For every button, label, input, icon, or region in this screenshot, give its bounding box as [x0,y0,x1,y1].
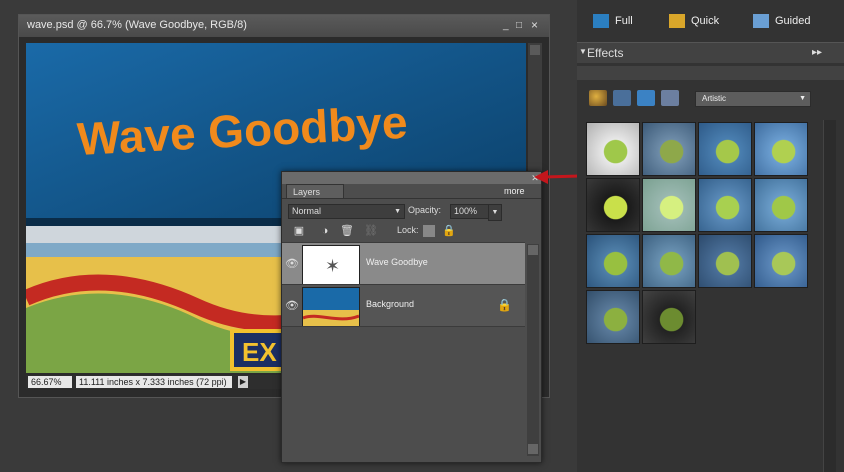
effects-title: Effects [587,46,624,60]
effect-thumbnail[interactable] [698,122,752,176]
chevron-down-icon: ▼ [394,208,401,215]
visibility-eye-icon[interactable]: 👁 [285,257,299,271]
panel-divider [282,198,541,199]
effect-thumbnail[interactable] [642,290,696,344]
zoom-field[interactable]: 66.67% [28,376,72,388]
layers-panel-header[interactable] [282,172,541,184]
effects-header[interactable]: ▼ Effects ▸▸ [577,42,844,63]
opacity-slider-arrow-icon[interactable]: ▼ [488,204,502,221]
blend-mode-select[interactable]: Normal ▼ [288,204,405,219]
lock-all-icon[interactable]: 🔒 [442,224,456,238]
layer-name: Background [366,299,415,309]
layer-list-divider [282,326,525,327]
collapse-triangle-icon[interactable]: ▼ [579,47,587,56]
status-menu-arrow-icon[interactable]: ▶ [238,376,248,388]
tab-quick-fix[interactable]: Quick [669,10,719,32]
effect-thumbnail[interactable] [754,122,808,176]
effect-thumbnail[interactable] [586,122,640,176]
guided-edit-icon [753,14,769,29]
quick-fix-icon [669,14,685,29]
new-layer-icon[interactable]: ▣ [292,224,306,238]
layers-vertical-scrollbar[interactable] [527,244,539,456]
layers-panel: ✕ Layers more Normal ▼ Opacity: 100% ▼ ▣… [281,171,542,463]
opacity-field[interactable]: 100% [450,204,489,219]
effect-thumbnail[interactable] [586,234,640,288]
effect-thumbnail[interactable] [586,290,640,344]
lock-transparency-icon[interactable] [423,225,435,237]
scroll-up-arrow[interactable] [528,245,538,255]
effect-thumbnail[interactable] [642,234,696,288]
effect-thumbnail[interactable] [754,234,808,288]
full-edit-icon [593,14,609,29]
tab-guided-edit[interactable]: Guided [753,10,810,32]
effects-scrollbar[interactable] [823,120,836,472]
layer-name: Wave Goodbye [366,257,428,267]
effect-thumbnail[interactable] [586,178,640,232]
right-panel: Full Quick Guided ▼ Effects ▸▸ Artistic … [577,0,844,472]
mode-label: Guided [775,15,811,27]
scroll-up-arrow[interactable] [530,45,540,55]
scroll-down-arrow[interactable] [528,444,538,454]
minimize-button[interactable]: _ [503,20,509,31]
effects-strip [577,66,844,80]
layer-row[interactable]: 👁 ✶ Wave Goodbye [282,242,525,285]
panel-menu-icon[interactable]: ▸▸ [812,47,822,58]
document-title: wave.psd @ 66.7% (Wave Goodbye, RGB/8) [27,19,247,31]
link-layers-icon[interactable]: ⛓ [364,224,378,238]
maximize-button[interactable]: □ [516,20,522,31]
opacity-label: Opacity: [408,205,442,215]
document-titlebar[interactable]: wave.psd @ 66.7% (Wave Goodbye, RGB/8) _… [19,15,549,37]
close-document-button[interactable]: × [531,18,538,32]
effect-thumbnail[interactable] [698,178,752,232]
effect-category-select[interactable]: Artistic ▼ [695,91,811,107]
adjustment-layer-icon[interactable]: ◑ [318,224,332,238]
visibility-eye-icon[interactable]: 👁 [285,299,299,313]
filters-icon[interactable] [589,90,607,106]
mode-label: Full [615,15,633,27]
tab-full-edit[interactable]: Full [593,10,633,32]
more-options-button[interactable]: more [504,186,525,196]
sign-text: EX [242,337,277,367]
effect-thumbnail[interactable] [754,178,808,232]
lock-label: Lock: [397,225,419,235]
layer-thumbnail: ✶ [302,245,360,285]
tab-layers[interactable]: Layers [286,184,344,199]
effect-category-value: Artistic [702,94,726,103]
layer-row[interactable]: 👁 Background 🔒 [282,284,525,327]
photo-effects-icon[interactable] [637,90,655,106]
effect-thumbnail[interactable] [698,234,752,288]
document-dimensions: 11.111 inches x 7.333 inches (72 ppi) [76,376,232,388]
blend-mode-value: Normal [292,206,322,216]
mode-label: Quick [691,15,720,27]
chevron-down-icon: ▼ [799,95,806,102]
trash-icon[interactable]: 🗑 [340,224,354,238]
svg-text:✶: ✶ [325,256,340,276]
layer-thumbnail [302,287,360,327]
show-all-icon[interactable] [661,90,679,106]
lock-icon: 🔒 [497,298,512,312]
effect-thumbnail[interactable] [642,178,696,232]
effect-thumbnail[interactable] [642,122,696,176]
layer-styles-icon[interactable] [613,90,631,106]
